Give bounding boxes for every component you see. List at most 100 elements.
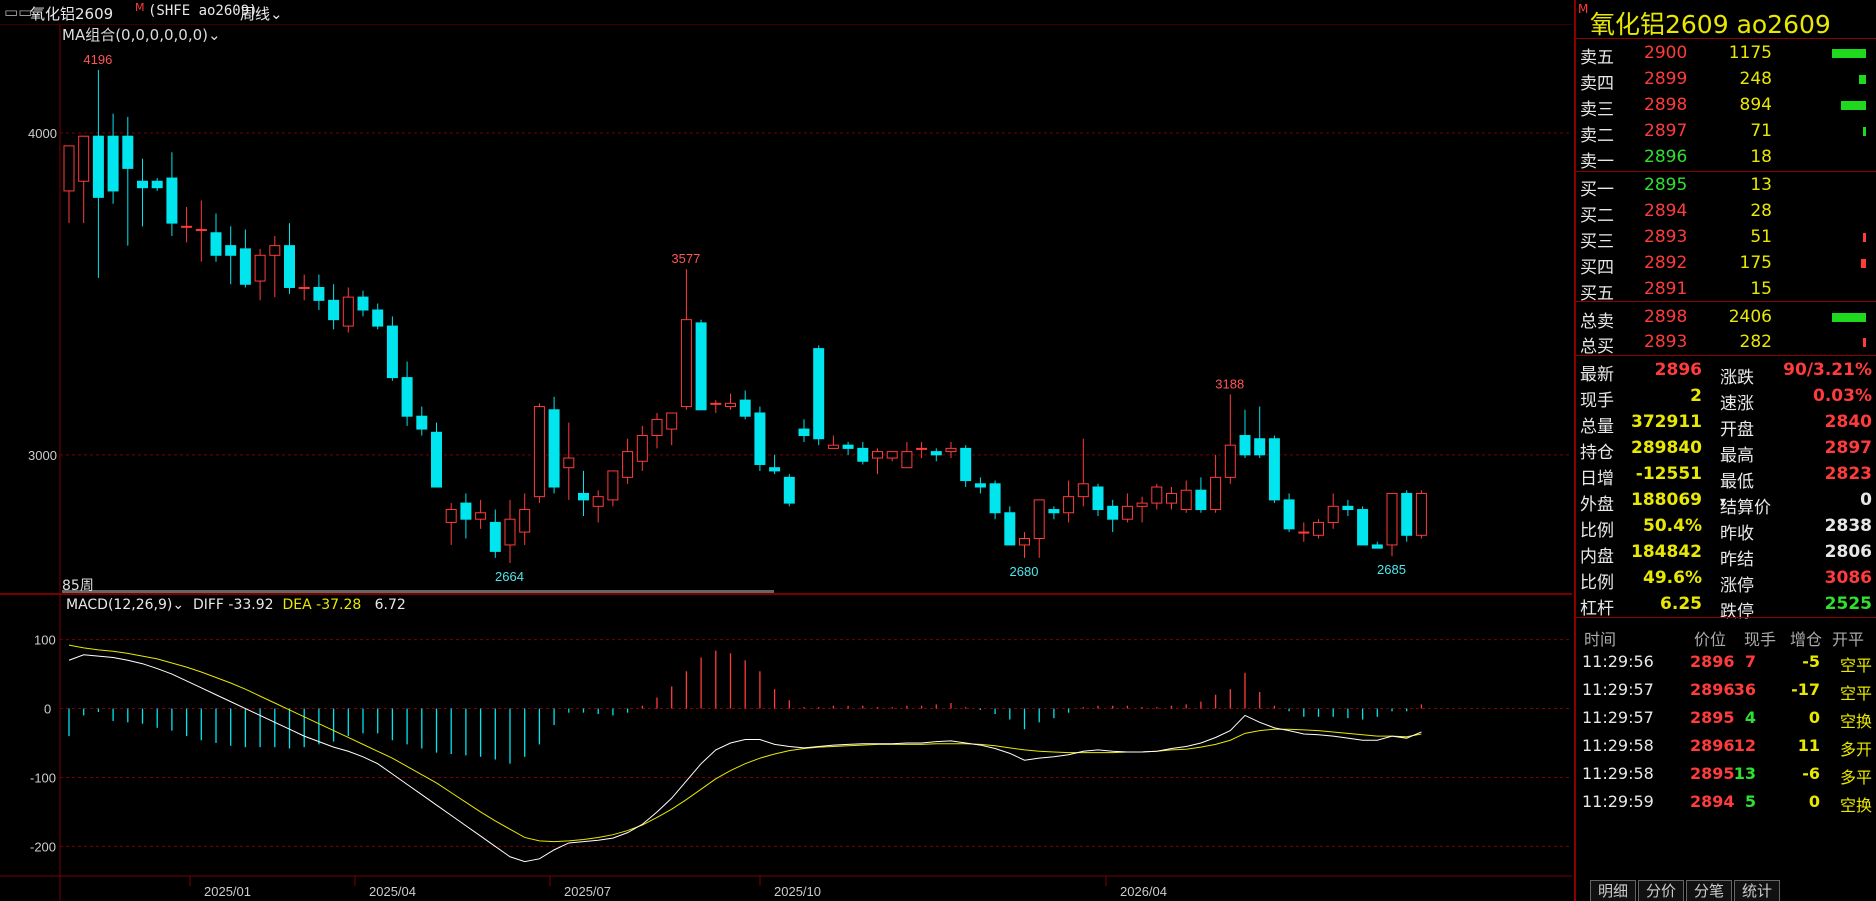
level-price: 2896 xyxy=(1644,147,1688,167)
stat-label[interactable]: 结算价 ▾ xyxy=(1720,490,1771,518)
level-volume: 13 xyxy=(1750,175,1772,195)
level-label: 总买 xyxy=(1580,337,1614,357)
volume-bar xyxy=(1859,75,1866,84)
candle-body xyxy=(563,457,575,469)
candle-body xyxy=(930,451,942,456)
candle-body xyxy=(1401,492,1413,536)
order-book-row[interactable]: 买二 2894 28 xyxy=(1576,198,1876,226)
window-menu-icon[interactable]: ▭▭ xyxy=(4,3,32,21)
candle-body xyxy=(122,135,134,169)
order-book-row[interactable]: 买四 2892 175 xyxy=(1576,250,1876,278)
level-label: 买三 xyxy=(1580,232,1614,252)
candle-body xyxy=(1283,499,1295,530)
order-book-row[interactable]: 买三 2893 51 xyxy=(1576,224,1876,252)
level-price: 2892 xyxy=(1644,253,1688,273)
candle-body xyxy=(386,325,398,379)
tick-type: 空平 xyxy=(1839,656,1872,675)
ma-selector[interactable]: MA组合(0,0,0,0,0,0)⌄ xyxy=(62,24,221,45)
candle-body xyxy=(357,296,369,311)
volume-bar xyxy=(1863,233,1866,242)
candle-body xyxy=(1254,438,1266,456)
tick-type: 空换 xyxy=(1839,712,1872,731)
tick-type: 空平 xyxy=(1839,684,1872,703)
scrollbar xyxy=(62,590,774,593)
candle-body xyxy=(1386,492,1398,546)
tick-type: 多开 xyxy=(1839,740,1872,759)
candle-body xyxy=(622,451,634,478)
order-book-row[interactable]: 总卖 2898 2406 xyxy=(1576,304,1876,332)
macd-tick-label: 100 xyxy=(34,633,56,648)
candle-body xyxy=(1004,512,1016,546)
order-book-row[interactable]: 卖四 2899 248 xyxy=(1576,66,1876,94)
candle-body xyxy=(857,447,869,462)
tab-2[interactable]: 分笔 xyxy=(1686,880,1732,901)
stat-label: 杠杆 xyxy=(1580,599,1614,619)
tick-row[interactable]: 11:29:59 2894 5 0 空换 xyxy=(1576,788,1876,816)
level-price: 2899 xyxy=(1644,69,1688,89)
candle-body xyxy=(1415,492,1427,536)
candle-body xyxy=(813,348,825,440)
candle-body xyxy=(842,444,854,449)
level-label: 买二 xyxy=(1580,206,1614,226)
candle-body xyxy=(137,180,148,189)
tick-row[interactable]: 11:29:57 2895 4 0 空换 xyxy=(1576,704,1876,732)
tick-row[interactable]: 11:29:56 2896 7 -5 空平 xyxy=(1576,648,1876,676)
order-book-row[interactable]: 卖一 2896 18 xyxy=(1576,144,1876,172)
candle-body xyxy=(739,399,751,417)
order-book-row[interactable]: 买一 2895 13 xyxy=(1576,172,1876,200)
candle-body xyxy=(445,509,457,523)
tick-oi-change: 0 xyxy=(1808,708,1820,727)
kline-chart-area[interactable]: 4000 3000 100 0 -100 -200 2025/01 2025/04 2025/0… xyxy=(0,0,1572,901)
candle-body xyxy=(989,483,1001,514)
price-tick-label: 3000 xyxy=(28,448,57,463)
order-book-row[interactable]: 总买 2893 282 xyxy=(1576,329,1876,357)
stat-value: 2525 xyxy=(1824,594,1872,614)
candle-body xyxy=(1357,509,1369,546)
tick-row[interactable]: 11:29:58 2896 12 11 多开 xyxy=(1576,732,1876,760)
candle-body xyxy=(1048,509,1060,514)
order-book-row[interactable]: 卖五 2900 1175 xyxy=(1576,40,1876,68)
stat-value: 2823 xyxy=(1824,464,1872,484)
candle-body xyxy=(1136,502,1148,507)
candle-body xyxy=(1210,476,1222,511)
tick-volume: 36 xyxy=(1733,680,1756,699)
candle-body xyxy=(1327,505,1339,523)
candle-body xyxy=(475,512,487,520)
candle-body xyxy=(1195,489,1207,511)
candle-body xyxy=(1077,483,1089,498)
order-book-row[interactable]: 卖二 2897 71 xyxy=(1576,118,1876,146)
period-selector[interactable]: 周线⌄ xyxy=(240,3,283,24)
tab-1[interactable]: 分价 xyxy=(1638,880,1684,901)
time-tick-label: 2025/04 xyxy=(369,884,416,899)
tick-oi-change: -5 xyxy=(1802,652,1820,671)
level-price: 2891 xyxy=(1644,279,1688,299)
tick-volume: 4 xyxy=(1744,708,1756,727)
candle-body xyxy=(63,145,75,192)
macd-tick-label: -100 xyxy=(30,770,56,785)
candle-body xyxy=(769,467,781,472)
candle-body xyxy=(489,521,501,552)
tick-row[interactable]: 11:29:57 2896 36 -17 空平 xyxy=(1576,676,1876,704)
tick-price: 2896 xyxy=(1690,680,1735,699)
order-book-row[interactable]: 买五 2891 15 xyxy=(1576,276,1876,304)
price-tick-label: 4000 xyxy=(28,126,57,141)
candle-body xyxy=(827,444,839,449)
tick-header: 时间 价位 现手 增仓 开平 xyxy=(1576,622,1876,650)
candle-body xyxy=(210,232,222,256)
time-tick-label: 2025/10 xyxy=(774,884,821,899)
candle-body xyxy=(960,447,972,482)
tick-row[interactable]: 11:29:58 2895 13 -6 多平 xyxy=(1576,760,1876,788)
candle-body xyxy=(886,451,898,459)
macd-legend[interactable]: MACD(12,26,9)⌄ DIFF -33.92 DEA -37.28 6.… xyxy=(66,597,406,613)
tab-0[interactable]: 明细 xyxy=(1590,880,1636,901)
level-label: 卖四 xyxy=(1580,74,1614,94)
stat-label: 比例 xyxy=(1580,521,1614,541)
tick-volume: 5 xyxy=(1744,792,1756,811)
macd-selector[interactable]: MACD(12,26,9) xyxy=(66,597,172,613)
order-book-row[interactable]: 卖三 2898 894 xyxy=(1576,92,1876,120)
stat-value: 2896 xyxy=(1654,360,1702,380)
chart-canvas[interactable]: 4000 3000 100 0 -100 -200 2025/01 2025/04 2025/0… xyxy=(0,0,1572,901)
level-label: 卖一 xyxy=(1580,152,1614,172)
tab-3[interactable]: 统计 xyxy=(1734,880,1780,901)
stat-label: 最新 xyxy=(1580,365,1614,385)
